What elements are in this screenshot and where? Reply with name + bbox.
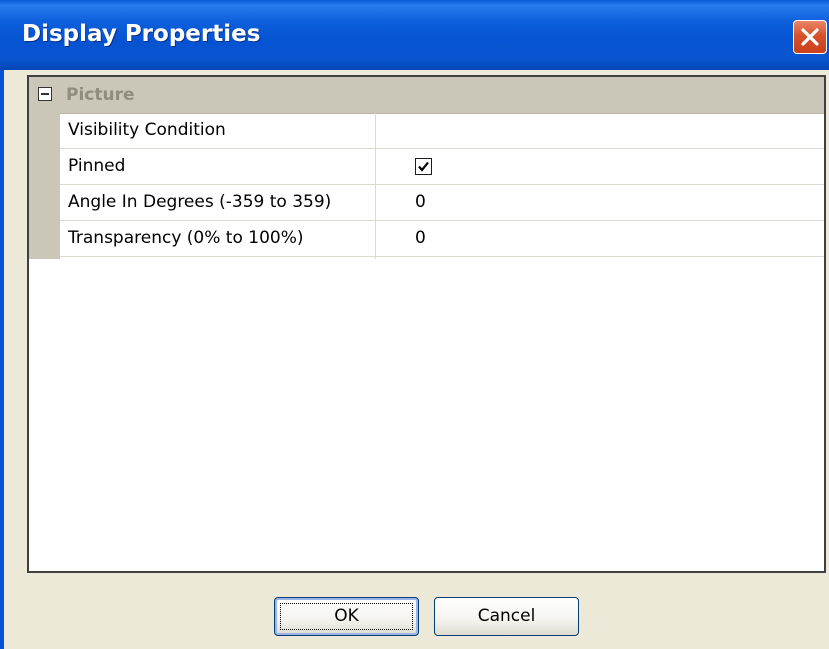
ok-button[interactable]: OK [274,597,419,636]
property-gutter [29,113,60,259]
category-label: Picture [66,85,135,105]
property-name: Angle In Degrees (-359 to 359) [68,192,332,212]
window-title: Display Properties [22,21,261,47]
checkmark-icon [418,161,429,172]
close-button[interactable] [793,20,827,54]
property-value-input[interactable]: 0 [415,192,426,212]
title-bar[interactable]: Display Properties [0,0,829,70]
cancel-button-label: Cancel [477,606,536,626]
display-properties-dialog: Display Properties Picture Visibility Co… [0,0,829,649]
collapse-icon[interactable] [38,87,52,101]
window-frame [0,70,4,649]
property-name: Visibility Condition [68,120,226,140]
close-icon [801,28,819,46]
property-row-transparency[interactable]: Transparency (0% to 100%) 0 [60,221,824,257]
property-grid[interactable]: Picture Visibility Condition Pinned Angl… [27,75,826,573]
property-row-angle[interactable]: Angle In Degrees (-359 to 359) 0 [60,185,824,221]
pinned-checkbox[interactable] [415,158,432,175]
cancel-button[interactable]: Cancel [434,597,579,636]
focus-rectangle [280,603,413,630]
property-name: Transparency (0% to 100%) [68,228,304,248]
category-row-picture[interactable]: Picture [29,77,824,114]
property-name: Pinned [68,156,126,176]
property-row-pinned[interactable]: Pinned [60,149,824,185]
property-row-visibility-condition[interactable]: Visibility Condition [60,113,824,149]
property-value-input[interactable]: 0 [415,228,426,248]
